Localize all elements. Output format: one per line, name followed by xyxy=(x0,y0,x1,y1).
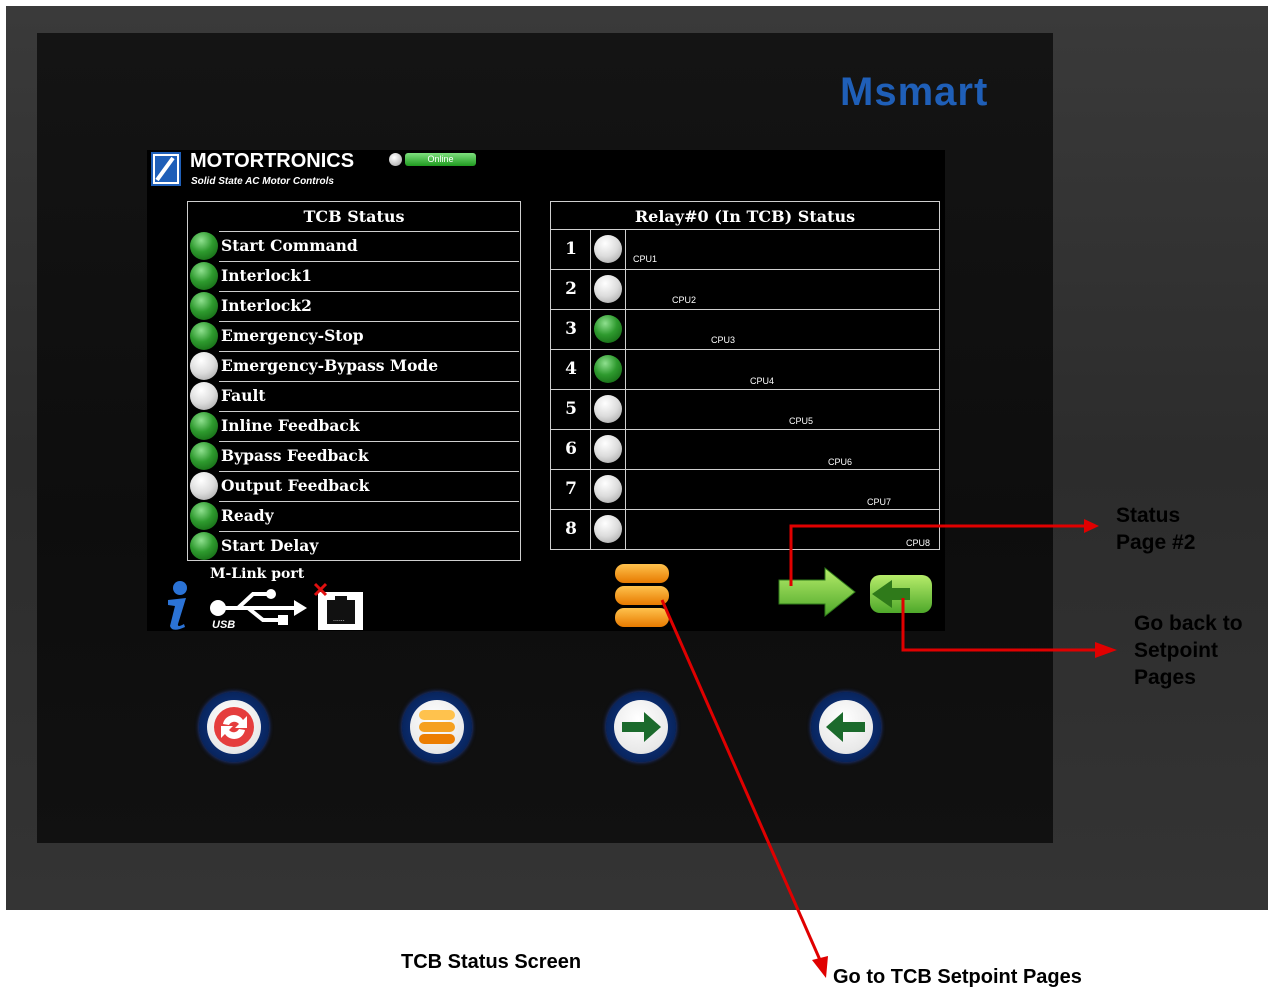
callout-status-page: Status Page #2 xyxy=(1116,502,1195,556)
callout-arrows xyxy=(660,519,1117,978)
screen-caption: TCB Status Screen xyxy=(401,951,582,973)
callout-status-line2: Page #2 xyxy=(1116,531,1196,554)
callout-go-back-line1: Go back to xyxy=(1134,612,1243,635)
callout-go-back-line2: Setpoint xyxy=(1134,639,1218,662)
callout-go-back-line3: Pages xyxy=(1134,666,1196,689)
callout-status-line1: Status xyxy=(1116,504,1181,527)
callout-go-to-setpoint: Go to TCB Setpoint Pages xyxy=(833,966,1082,988)
callout-go-back: Go back to Setpoint Pages xyxy=(1134,610,1243,691)
